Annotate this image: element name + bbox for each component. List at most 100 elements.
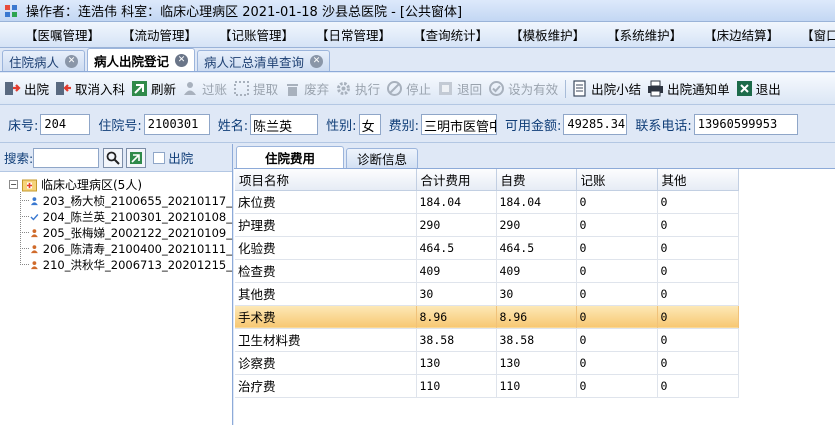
tree-connector (20, 200, 29, 201)
toolbar-separator (565, 79, 567, 98)
cell-total: 38.58 (416, 328, 497, 352)
discharge-summary-button[interactable]: 出院小结 (571, 79, 641, 98)
cell-total: 110 (416, 374, 497, 398)
table-row[interactable]: 卫生材料费 38.58 38.58 0 0 (235, 328, 739, 352)
cancel-admission-button[interactable]: 取消入科 (55, 79, 125, 98)
tab-inpatients[interactable]: 住院病人 ✕ (2, 50, 86, 71)
table-row[interactable]: 其他费 30 30 0 0 (235, 282, 739, 306)
admission-number-field[interactable]: 2100301 (143, 113, 210, 135)
cell-self-pay: 290 (496, 213, 577, 237)
toolbar: 出院 取消入科 刷新 过账 提取 废弃 执行 停止 退回 设为有效 出院小结 出… (0, 73, 835, 105)
patient-tree-panel: 搜索: 出院 − 临床心理病区(5人) 203_杨大桢_2100655_2021… (0, 144, 233, 425)
check-circle-icon (489, 81, 505, 96)
set-valid-button[interactable]: 设为有效 (488, 79, 558, 98)
bed-field[interactable]: 204 (40, 113, 91, 135)
cell-accounted: 0 (576, 282, 658, 306)
table-row[interactable]: 治疗费 110 110 0 0 (235, 374, 739, 398)
cell-self-pay: 464.5 (496, 236, 577, 260)
tree-patient-item[interactable]: 204_陈兰英_2100301_20210108_ (0, 209, 232, 225)
table-row[interactable]: 床位费 184.04 184.04 0 0 (235, 190, 739, 214)
column-header-total[interactable]: 合计费用 (416, 169, 497, 191)
fee-type-field[interactable]: 三明市医管中 (420, 113, 497, 135)
sex-label: 性别: (326, 118, 357, 134)
gear-icon (337, 82, 351, 95)
tab-diagnosis-info[interactable]: 诊断信息 (346, 148, 419, 168)
tab-label: 病人出院登记 (94, 53, 170, 69)
return-button[interactable]: 退回 (437, 79, 482, 98)
sex-field[interactable]: 女 (358, 113, 381, 135)
tree-patient-item[interactable]: 205_张梅娣_2002122_20210109_ (0, 225, 232, 241)
tree-root-ward[interactable]: − 临床心理病区(5人) (0, 176, 232, 193)
menu-template-maintenance[interactable]: 【模板维护】 (499, 25, 596, 44)
stop-button[interactable]: 停止 (386, 79, 431, 98)
cell-item-name: 治疗费 (235, 374, 417, 398)
extract-button[interactable]: 提取 (233, 79, 278, 98)
menu-query-statistics[interactable]: 【查询统计】 (402, 25, 499, 44)
table-row-selected[interactable]: 手术费 8.96 8.96 0 0 (235, 305, 739, 329)
tree-connector (20, 264, 29, 265)
cell-total: 184.04 (416, 190, 497, 214)
refresh-button[interactable]: 刷新 (131, 79, 176, 98)
cell-item-name: 化验费 (235, 236, 417, 260)
fee-tab-bar: 住院费用 诊断信息 (234, 144, 835, 169)
post-icon (184, 82, 197, 95)
cell-item-name: 床位费 (235, 190, 417, 214)
cell-accounted: 0 (576, 213, 658, 237)
column-header-accounted[interactable]: 记账 (576, 169, 658, 191)
phone-field[interactable]: 13960599953 (693, 113, 798, 135)
cell-item-name: 护理费 (235, 213, 417, 237)
table-row[interactable]: 护理费 290 290 0 0 (235, 213, 739, 237)
tab-inpatient-fees[interactable]: 住院费用 (236, 146, 345, 168)
tree-patient-item[interactable]: 206_陈清寿_2100400_20210111_ (0, 241, 232, 257)
cell-other: 0 (657, 374, 739, 398)
tab-summary-list-query[interactable]: 病人汇总清单查询 ✕ (197, 50, 331, 71)
discharged-checkbox[interactable] (153, 151, 166, 164)
search-label: 搜索: (4, 151, 34, 166)
tree-patient-item[interactable]: 203_杨大桢_2100655_20210117_ (0, 193, 232, 209)
menu-daily-management[interactable]: 【日常管理】 (305, 25, 402, 44)
post-button[interactable]: 过账 (182, 79, 227, 98)
tree-patient-item[interactable]: 210_洪秋华_2006713_20201215_ (0, 257, 232, 273)
tab-discharge-registration[interactable]: 病人出院登记 ✕ (87, 48, 196, 71)
menu-flow-management[interactable]: 【流动管理】 (111, 25, 208, 44)
discharge-button[interactable]: 出院 (4, 79, 49, 98)
fee-type-label: 费别: (388, 118, 419, 134)
fee-grid: 项目名称 合计费用 自费 记账 其他 床位费 184.04 184.04 0 0… (235, 169, 739, 398)
search-bar: 搜索: 出院 (0, 144, 232, 172)
tree-patient-label: 210_洪秋华_2006713_20201215_ (42, 258, 232, 272)
menu-order-management[interactable]: 【医嘱管理】 (14, 25, 111, 44)
menu-bedside-settlement[interactable]: 【床边结算】 (693, 25, 790, 44)
discard-button[interactable]: 废弃 (284, 79, 329, 98)
column-header-item-name[interactable]: 项目名称 (235, 169, 417, 191)
tab-close-icon[interactable]: ✕ (65, 54, 79, 68)
cell-other: 0 (657, 190, 739, 214)
execute-button[interactable]: 执行 (335, 79, 380, 98)
search-button[interactable] (103, 147, 124, 168)
exit-button[interactable]: 退出 (736, 79, 781, 98)
table-row[interactable]: 检查费 409 409 0 0 (235, 259, 739, 283)
column-header-other[interactable]: 其他 (657, 169, 739, 191)
table-row[interactable]: 诊察费 130 130 0 0 (235, 351, 739, 375)
male-person-icon (30, 197, 38, 206)
menu-system-maintenance[interactable]: 【系统维护】 (596, 25, 693, 44)
search-icon (106, 151, 120, 165)
cell-other: 0 (657, 259, 739, 283)
name-field[interactable]: 陈兰英 (250, 113, 319, 135)
name-label: 姓名: (217, 118, 249, 134)
column-header-self-pay[interactable]: 自费 (496, 169, 577, 191)
tab-close-icon[interactable]: ✕ (310, 54, 324, 68)
collapse-icon[interactable]: − (9, 180, 18, 189)
available-amount-field[interactable]: 49285.34 (563, 113, 628, 135)
cell-item-name: 检查费 (235, 259, 417, 283)
cell-other: 0 (657, 213, 739, 237)
locate-button[interactable] (126, 147, 147, 168)
table-row[interactable]: 化验费 464.5 464.5 0 0 (235, 236, 739, 260)
discharge-notice-button[interactable]: 出院通知单 (647, 79, 730, 98)
menu-accounting-management[interactable]: 【记账管理】 (208, 25, 305, 44)
tab-close-icon[interactable]: ✕ (175, 53, 189, 67)
cell-other: 0 (657, 236, 739, 260)
female-person-icon (30, 229, 38, 238)
cell-accounted: 0 (576, 259, 658, 283)
search-input[interactable] (33, 147, 100, 168)
menu-window[interactable]: 【窗口】 (790, 25, 835, 44)
